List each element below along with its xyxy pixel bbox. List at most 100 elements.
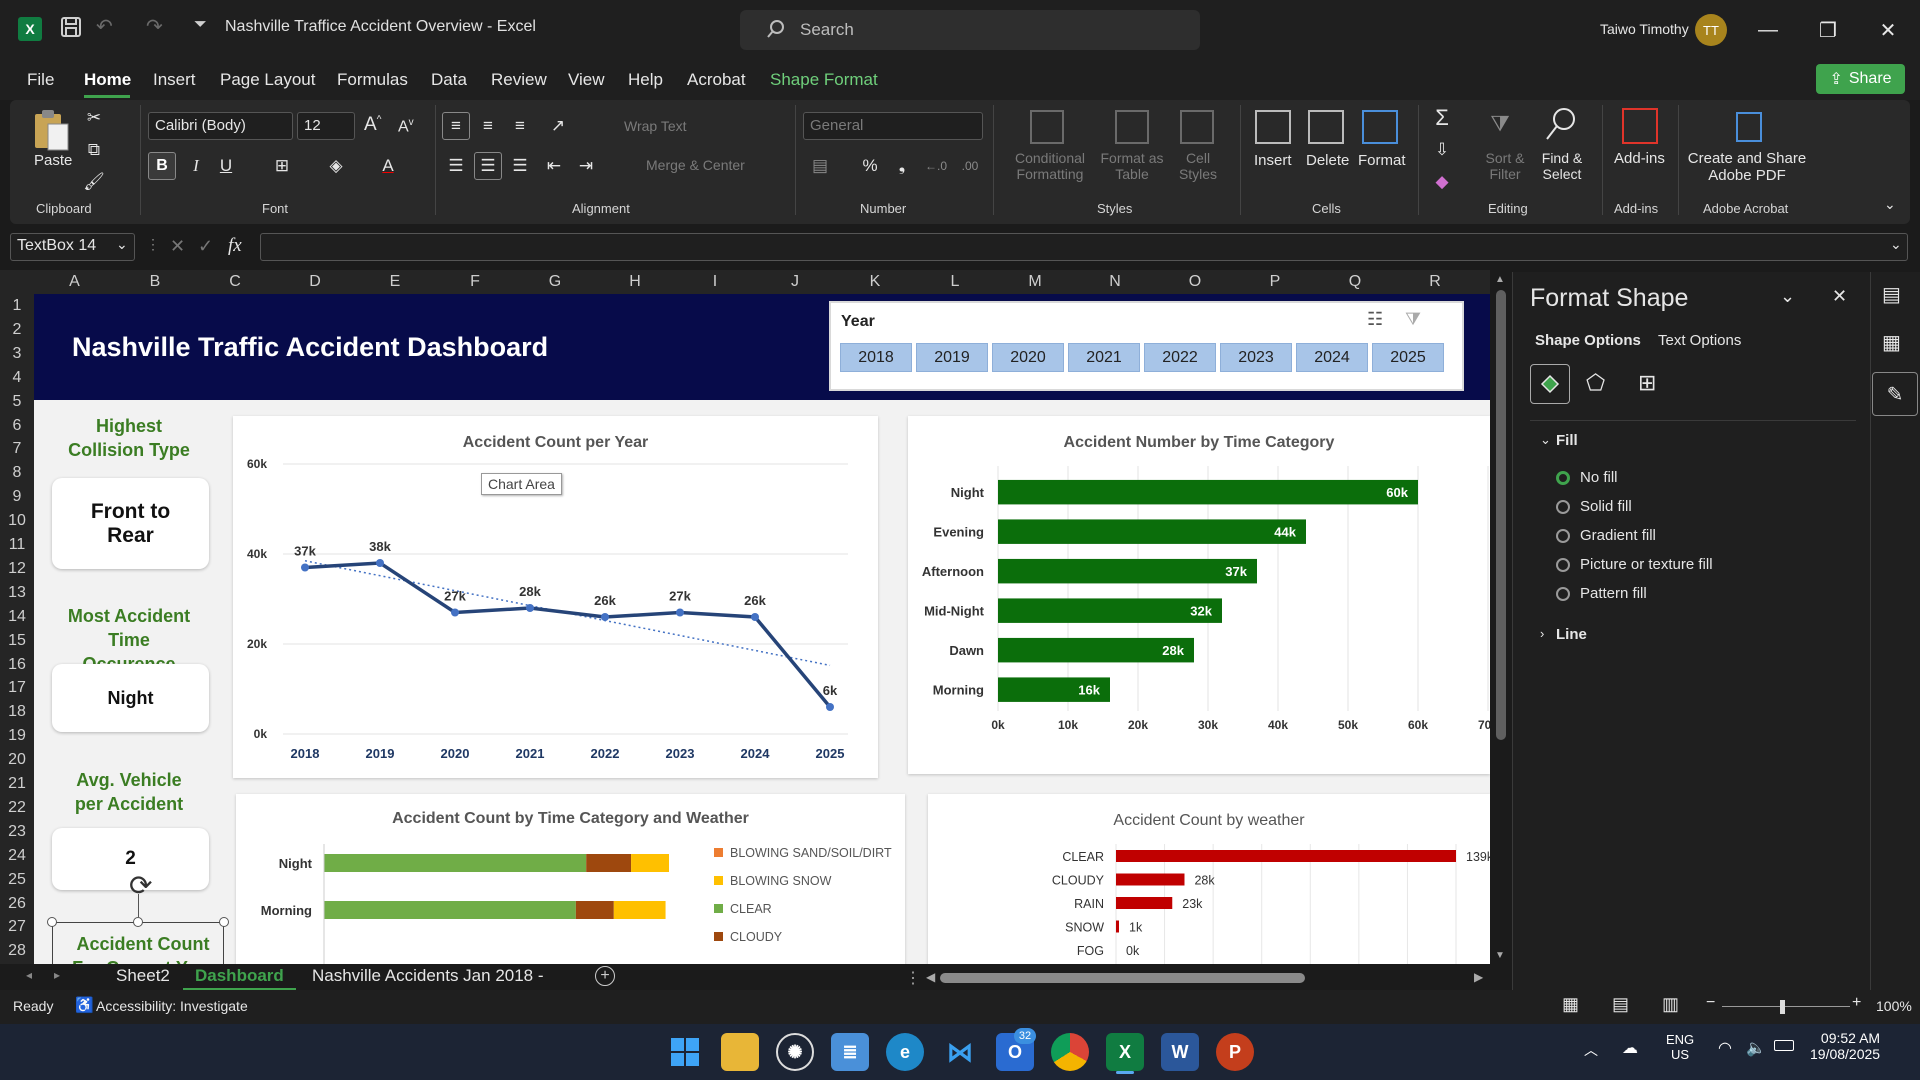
cell-styles-button[interactable]: Cell Styles — [1168, 150, 1228, 182]
row-header[interactable]: 28 — [0, 939, 34, 962]
chart-accident-per-year[interactable]: Accident Count per Year 0k 20k 40k 60k 2018 2… — [233, 416, 878, 778]
tab-formulas[interactable]: Formulas — [337, 70, 408, 90]
underline-button[interactable]: U — [212, 152, 240, 180]
scroll-left-icon[interactable]: ◀ — [926, 970, 935, 984]
slicer-item-2024[interactable]: 2024 — [1296, 343, 1368, 372]
tab-home[interactable]: Home — [84, 70, 131, 90]
insert-function-icon[interactable]: fx — [228, 235, 242, 257]
tab-view[interactable]: View — [568, 70, 605, 90]
word-icon[interactable]: W — [1161, 1033, 1199, 1071]
column-header[interactable]: F — [435, 270, 515, 294]
sheet-tab-sheet2[interactable]: Sheet2 — [116, 964, 170, 990]
add-sheet-icon[interactable]: + — [595, 966, 615, 986]
chrome-icon[interactable] — [1051, 1033, 1089, 1071]
copy-icon[interactable]: ⧉ — [80, 136, 108, 164]
row-header[interactable]: 17 — [0, 676, 34, 699]
row-header[interactable]: 5 — [0, 390, 34, 413]
insert-cells-icon[interactable] — [1255, 110, 1291, 144]
column-header[interactable]: E — [355, 270, 435, 294]
scroll-up-icon[interactable]: ▲ — [1495, 274, 1505, 285]
file-explorer-icon[interactable] — [721, 1033, 759, 1071]
customize-qat-icon[interactable]: ⏷ — [194, 16, 207, 34]
row-header[interactable]: 7 — [0, 437, 34, 460]
ribbon-collapse-icon[interactable]: ⌄ — [1884, 196, 1896, 213]
tab-data[interactable]: Data — [431, 70, 467, 90]
zoom-slider[interactable] — [1722, 1006, 1850, 1007]
increase-font-icon[interactable]: A^ — [364, 114, 381, 136]
accessibility-icon[interactable]: ♿ — [75, 996, 94, 1014]
row-header[interactable]: 8 — [0, 461, 34, 484]
search-box[interactable]: Search — [740, 10, 1200, 50]
font-color-icon[interactable]: A — [374, 152, 402, 180]
wrap-text-button[interactable]: Wrap Text — [624, 118, 687, 134]
save-icon[interactable] — [60, 16, 82, 44]
align-left-icon[interactable]: ☰ — [442, 152, 470, 180]
row-header[interactable]: 25 — [0, 868, 34, 891]
column-header[interactable]: M — [995, 270, 1075, 294]
add-ins-icon[interactable] — [1622, 108, 1658, 144]
zoom-slider-thumb[interactable] — [1780, 1000, 1785, 1014]
fill-header[interactable]: Fill — [1556, 432, 1578, 449]
format-as-table-button[interactable]: Format as Table — [1094, 150, 1170, 182]
format-cells-icon[interactable] — [1362, 110, 1398, 144]
slicer-item-2025[interactable]: 2025 — [1372, 343, 1444, 372]
sort-filter-icon[interactable]: ⧩ — [1486, 110, 1514, 138]
resize-handle[interactable] — [219, 917, 229, 927]
column-header[interactable]: J — [755, 270, 835, 294]
horizontal-scroll-thumb[interactable] — [940, 973, 1305, 983]
chart-time-category[interactable]: Accident Number by Time Category 0k 10k 20… — [908, 416, 1490, 774]
column-header[interactable]: D — [275, 270, 355, 294]
tab-acrobat[interactable]: Acrobat — [687, 70, 746, 90]
slicer-item-2020[interactable]: 2020 — [992, 343, 1064, 372]
decrease-font-icon[interactable]: Av — [398, 117, 414, 136]
merge-center-button[interactable]: Merge & Center — [646, 157, 745, 173]
page-layout-view-icon[interactable]: ▤ — [1612, 994, 1629, 1015]
column-header[interactable]: L — [915, 270, 995, 294]
find-select-icon[interactable] — [1544, 106, 1578, 147]
column-header[interactable]: N — [1075, 270, 1155, 294]
next-sheet-icon[interactable]: ▸ — [54, 968, 60, 982]
align-middle-icon[interactable]: ≡ — [474, 112, 502, 140]
column-header[interactable]: G — [515, 270, 595, 294]
font-family-select[interactable]: Calibri (Body) — [148, 112, 293, 140]
row-header[interactable]: 11 — [0, 533, 34, 556]
confirm-entry-icon[interactable]: ✓ — [198, 236, 213, 257]
restore-button[interactable]: ❐ — [1808, 12, 1848, 48]
scroll-down-icon[interactable]: ▼ — [1495, 950, 1505, 961]
close-window-button[interactable]: ✕ — [1868, 12, 1908, 48]
radio-gradient-fill[interactable] — [1556, 529, 1570, 543]
format-table-icon[interactable] — [1115, 110, 1149, 144]
cut-icon[interactable]: ✂ — [80, 104, 108, 132]
row-header[interactable]: 24 — [0, 844, 34, 867]
vertical-scroll-thumb[interactable] — [1496, 290, 1506, 740]
conditional-formatting-button[interactable]: Conditional Formatting — [1010, 150, 1090, 182]
column-header[interactable]: P — [1235, 270, 1315, 294]
row-header[interactable]: 12 — [0, 557, 34, 580]
worksheet-canvas[interactable]: Nashville Traffic Accident Dashboard Yea… — [34, 294, 1490, 964]
page-break-view-icon[interactable]: ▥ — [1662, 994, 1679, 1015]
column-header[interactable]: I — [675, 270, 755, 294]
sheet-tab-nashville[interactable]: Nashville Accidents Jan 2018 - — [312, 964, 544, 990]
row-header[interactable]: 18 — [0, 700, 34, 723]
normal-view-icon[interactable]: ▦ — [1562, 994, 1579, 1015]
zoom-level[interactable]: 100% — [1876, 998, 1912, 1014]
vscode-icon[interactable]: ⋈ — [941, 1033, 979, 1071]
row-header[interactable]: 6 — [0, 414, 34, 437]
option-no-fill[interactable]: No fill — [1580, 469, 1618, 486]
windows-start-icon[interactable] — [666, 1033, 704, 1071]
row-header[interactable]: 15 — [0, 629, 34, 652]
column-header[interactable]: B — [115, 270, 195, 294]
insert-cells-button[interactable]: Insert — [1254, 152, 1292, 169]
option-picture-fill[interactable]: Picture or texture fill — [1580, 556, 1713, 573]
align-right-icon[interactable]: ☰ — [506, 152, 534, 180]
row-header[interactable]: 2 — [0, 318, 34, 341]
chatgpt-icon[interactable]: ✺ — [776, 1033, 814, 1071]
borders-icon[interactable]: ⊞ — [268, 152, 296, 180]
clear-filter-icon[interactable]: ⧩ — [1405, 309, 1421, 330]
row-header[interactable]: 20 — [0, 748, 34, 771]
comma-style-icon[interactable]: ❟ — [888, 152, 916, 180]
align-center-icon[interactable]: ☰ — [474, 152, 502, 180]
row-header[interactable]: 27 — [0, 915, 34, 938]
scroll-right-icon[interactable]: ▶ — [1474, 970, 1483, 984]
tab-file[interactable]: File — [27, 70, 54, 90]
